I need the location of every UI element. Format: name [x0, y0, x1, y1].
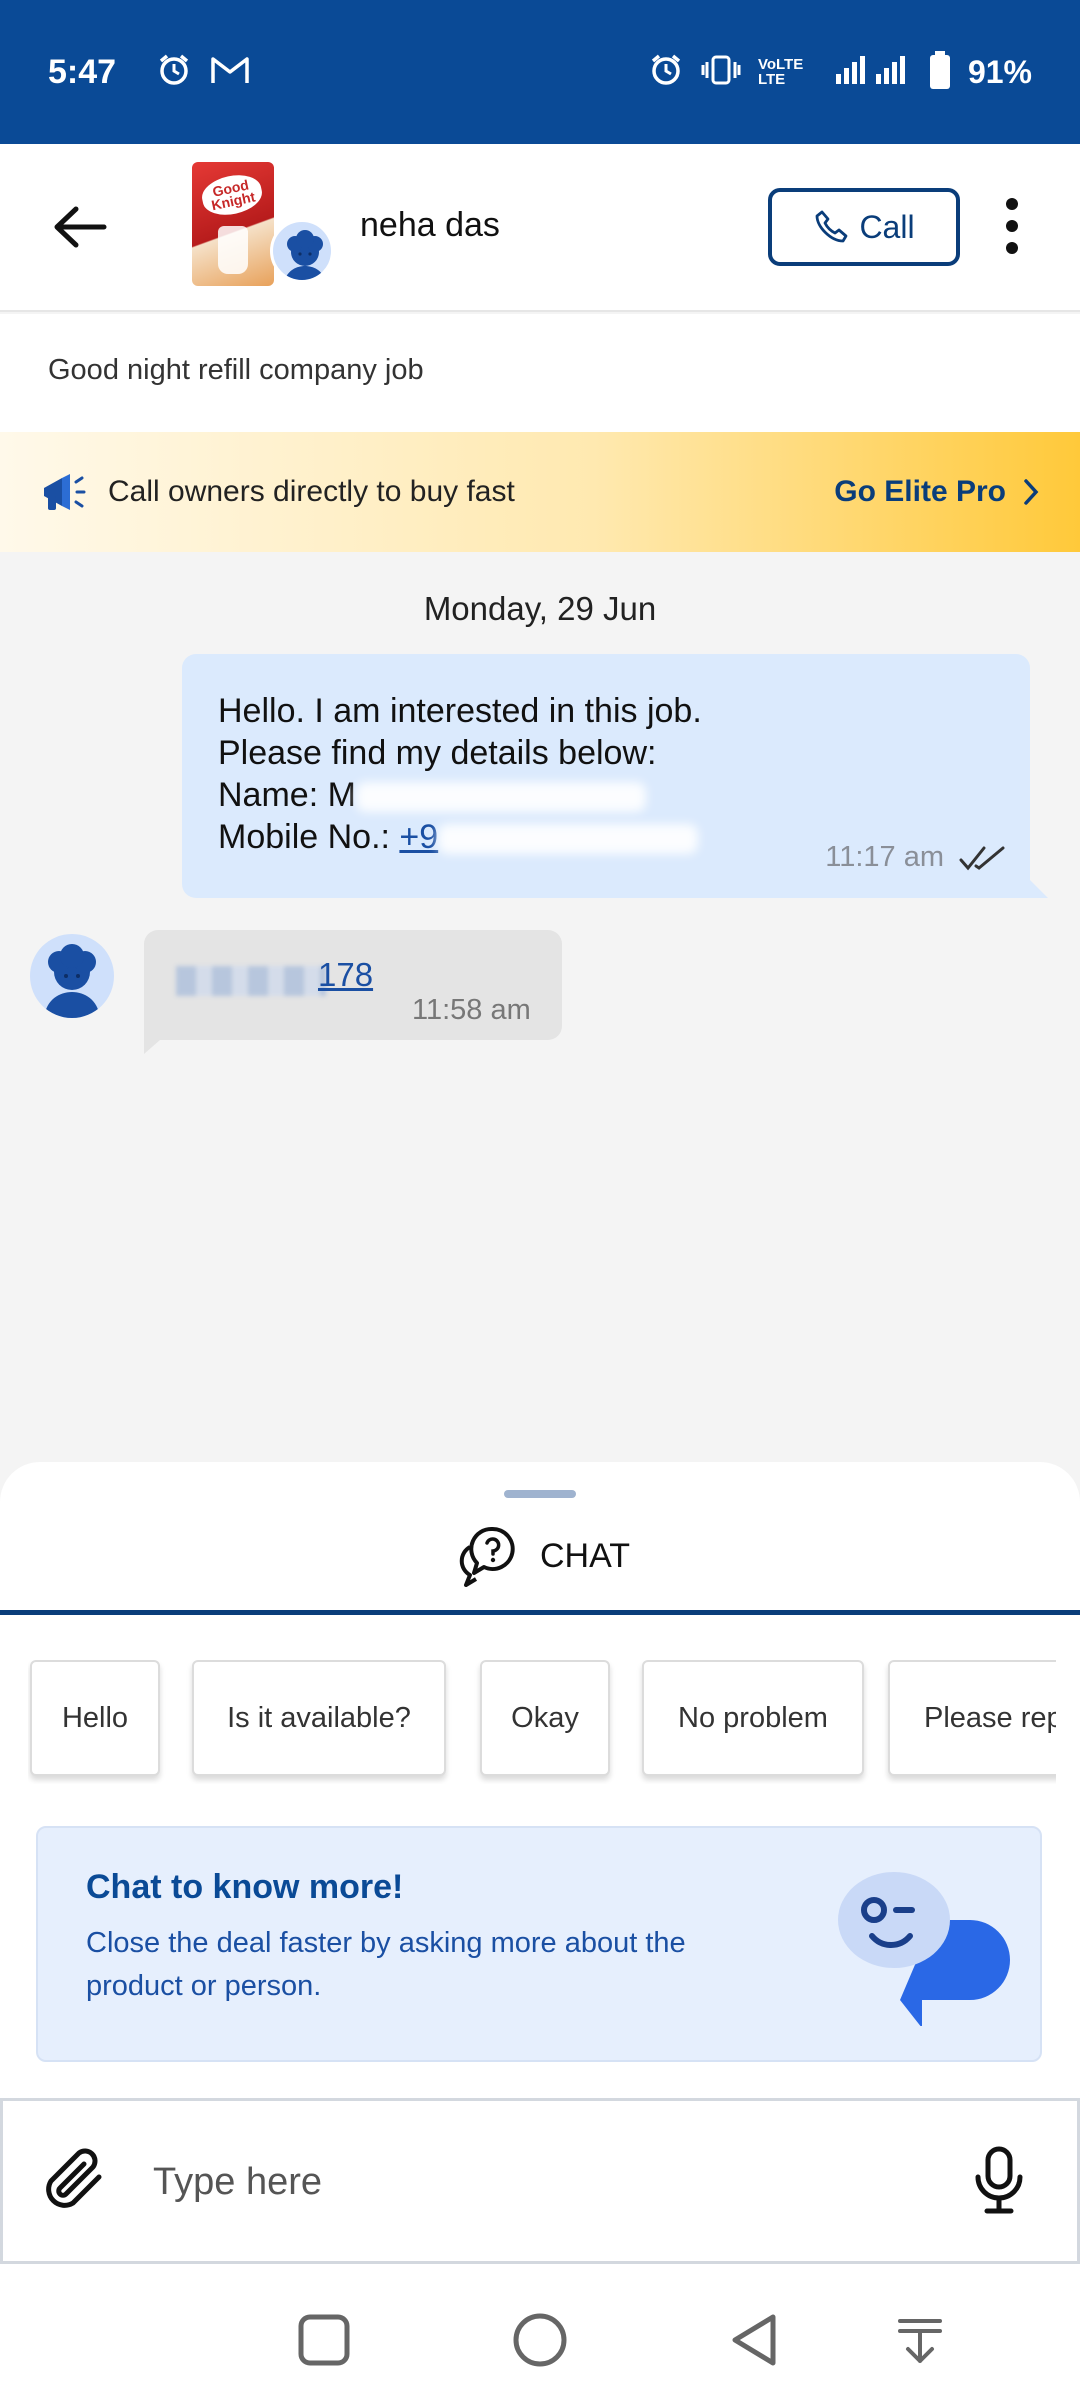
go-elite-pro-link[interactable]: Go Elite Pro	[834, 475, 1040, 509]
more-vertical-icon	[1006, 198, 1018, 210]
date-separator: Monday, 29 Jun	[423, 590, 657, 627]
quick-chat-sheet: CHAT Hello Is it available? Okay No prob…	[0, 1462, 1080, 2102]
contact-avatar[interactable]	[270, 219, 334, 283]
tip-body: Close the deal faster by asking more abo…	[86, 1927, 686, 2002]
chat-messages[interactable]: Monday, 29 Jun Hello. I am interested in…	[0, 552, 1080, 1462]
redacted-text	[176, 966, 326, 996]
recent-apps-button[interactable]	[294, 2310, 354, 2370]
phone-icon	[816, 210, 848, 243]
message-composer	[0, 2098, 1080, 2264]
promo-text: Call owners directly to buy fast	[108, 475, 515, 508]
double-check-icon	[959, 846, 1005, 870]
promo-banner[interactable]: Call owners directly to buy fast Go Elit…	[0, 432, 1080, 552]
redacted-text	[438, 824, 699, 855]
pull-down-icon	[898, 2319, 942, 2363]
message-line: Name: M	[218, 774, 994, 816]
quick-reply-chip[interactable]: Is it available?	[192, 1660, 446, 1776]
message-input[interactable]	[153, 2147, 913, 2217]
mobile-label: Mobile No.:	[218, 818, 400, 856]
circle-icon	[513, 2313, 567, 2367]
system-navigation-bar	[0, 2264, 1080, 2408]
alarm-icon	[156, 52, 192, 93]
user-avatar-icon	[44, 944, 100, 1018]
paperclip-icon[interactable]	[41, 2147, 109, 2215]
message-time: 11:17 am	[825, 841, 944, 873]
message-line: Please find my details below:	[218, 734, 657, 772]
sender-avatar[interactable]	[30, 934, 114, 1018]
signal-icon	[834, 54, 912, 91]
alarm-icon	[648, 52, 684, 93]
redacted-text	[355, 782, 646, 813]
more-options-button[interactable]	[992, 194, 1032, 258]
battery-level: 91%	[967, 53, 1032, 90]
tab-chat-label: CHAT	[539, 1536, 631, 1575]
status-bar: 5:47 VoLTE LTE 91%	[0, 0, 1080, 144]
tip-heading: Chat to know more!	[86, 1868, 404, 1906]
call-button[interactable]: Call	[768, 188, 960, 266]
status-time: 5:47	[48, 52, 117, 91]
product-logo: Good Knight	[198, 170, 266, 220]
chat-question-icon	[459, 1526, 515, 1587]
vibrate-icon	[700, 54, 742, 91]
chat-tip-card: Chat to know more! Close the deal faster…	[36, 1826, 1042, 2062]
tab-chat[interactable]: CHAT	[0, 1502, 1080, 1610]
square-icon	[298, 2314, 350, 2366]
promo-cta-label: Go Elite Pro	[834, 475, 1006, 508]
contact-name[interactable]: neha das	[360, 206, 500, 245]
chat-bubbles-illustration-icon	[838, 1872, 1010, 2026]
product-thumbnail[interactable]: Good Knight	[192, 162, 274, 286]
back-nav-button[interactable]	[724, 2310, 784, 2370]
listing-title[interactable]: Good night refill company job	[0, 314, 1080, 432]
arrow-left-icon	[54, 206, 107, 248]
battery-icon	[928, 50, 952, 95]
quick-reply-chip[interactable]: Okay	[480, 1660, 610, 1776]
gmail-icon	[210, 54, 250, 91]
drag-handle[interactable]	[504, 1490, 576, 1498]
megaphone-icon	[44, 474, 86, 510]
incoming-message[interactable]: 178 11:58 am	[144, 930, 562, 1054]
name-label: Name: M	[218, 776, 356, 814]
quick-reply-chip[interactable]: Please rep	[888, 1660, 1056, 1776]
phone-number-link[interactable]: 178	[318, 956, 373, 994]
message-line: Hello. I am interested in this job.	[218, 692, 702, 730]
chat-header: Good Knight neha das Call	[0, 144, 1080, 312]
triangle-back-icon	[732, 2314, 776, 2366]
quick-replies: Hello Is it available? Okay No problem P…	[28, 1660, 1056, 1784]
network-label: VoLTE LTE	[757, 56, 804, 88]
call-button-label: Call	[859, 208, 915, 245]
quick-reply-chip[interactable]: Hello	[30, 1660, 160, 1776]
quick-reply-chip[interactable]: No problem	[642, 1660, 864, 1776]
outgoing-message[interactable]: Hello. I am interested in this job. Plea…	[182, 654, 1048, 898]
microphone-icon[interactable]	[969, 2145, 1029, 2217]
notification-shade-button[interactable]	[890, 2310, 950, 2370]
message-time: 11:58 am	[412, 994, 531, 1026]
home-button[interactable]	[510, 2310, 570, 2370]
tab-indicator	[0, 1610, 1080, 1615]
mobile-number-link[interactable]: +9	[399, 818, 438, 856]
back-button[interactable]	[50, 202, 110, 252]
chevron-right-icon	[1024, 479, 1039, 505]
user-avatar-icon	[284, 230, 326, 280]
